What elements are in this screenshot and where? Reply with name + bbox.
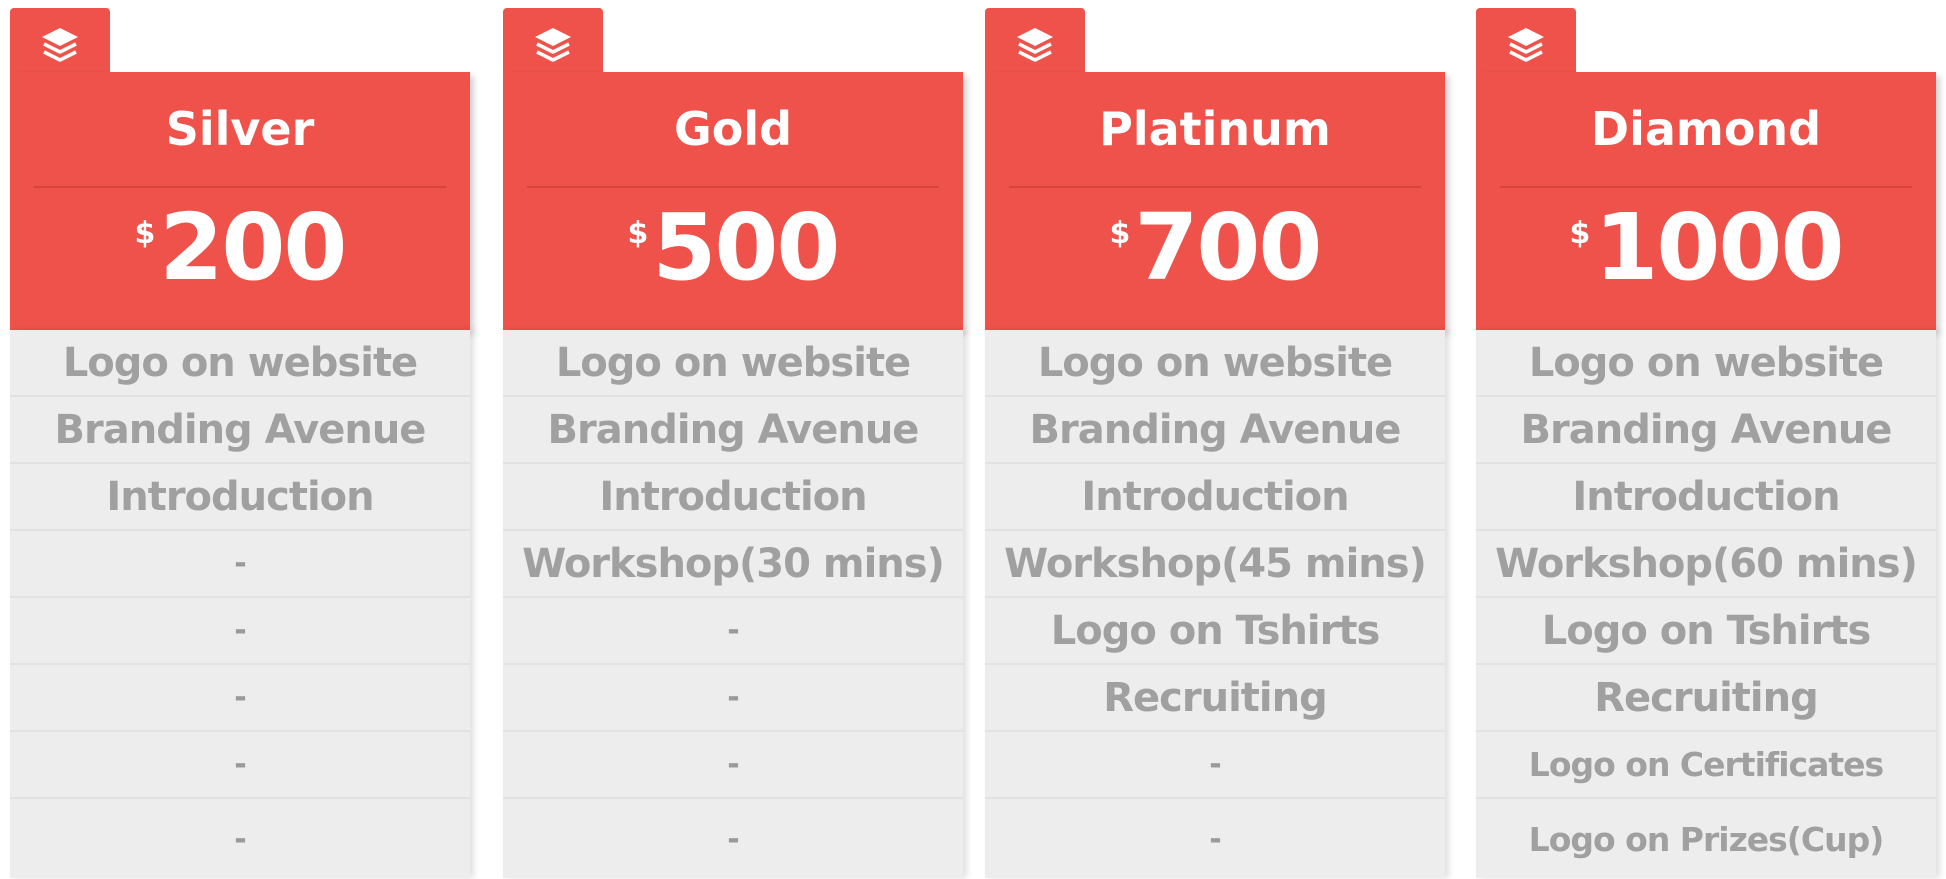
plan-header: Platinum $700 xyxy=(985,72,1445,330)
feature-item: - xyxy=(503,665,963,732)
plan-name: Diamond xyxy=(1590,102,1822,156)
price-amount: 500 xyxy=(652,194,840,301)
layers-icon xyxy=(1017,28,1053,62)
feature-item: Logo on Certificates xyxy=(1476,732,1936,799)
plan-tab xyxy=(10,8,110,78)
plan-name: Silver xyxy=(165,102,315,156)
feature-item: Introduction xyxy=(985,464,1445,531)
feature-item: - xyxy=(10,531,470,598)
plan-name: Gold xyxy=(673,102,793,156)
plan-card-gold: Gold $500 Logo on website Branding Avenu… xyxy=(503,0,963,878)
layers-icon xyxy=(42,28,78,62)
plan-name: Platinum xyxy=(1099,102,1331,156)
feature-item: Logo on Prizes(Cup) xyxy=(1528,819,1885,859)
header-divider xyxy=(1009,186,1421,188)
plan-header: Diamond $1000 xyxy=(1476,72,1936,330)
feature-list: Logo on website Branding Avenue Introduc… xyxy=(1476,330,1936,878)
price-amount: 700 xyxy=(1134,194,1322,301)
feature-item: - xyxy=(10,598,470,665)
feature-item: Logo on website xyxy=(10,330,470,397)
layers-icon xyxy=(1508,28,1544,62)
plan-card-platinum: Platinum $700 Logo on website Branding A… xyxy=(985,0,1445,878)
plan-tab xyxy=(1476,8,1576,78)
plan-card-diamond: Diamond $1000 Logo on website Branding A… xyxy=(1476,0,1936,878)
pricing-table: Silver $200 Logo on website Branding Ave… xyxy=(0,0,1946,878)
feature-item: Logo on website xyxy=(985,330,1445,397)
currency-symbol: $ xyxy=(1109,216,1131,251)
feature-item: - xyxy=(985,732,1445,799)
plan-header: Gold $500 xyxy=(503,72,963,330)
feature-item: Branding Avenue xyxy=(10,397,470,464)
plan-header: Silver $200 xyxy=(10,72,470,330)
feature-item: Introduction xyxy=(503,464,963,531)
feature-item: Logo on Tshirts xyxy=(1476,598,1936,665)
header-divider xyxy=(1500,186,1912,188)
feature-item: Recruiting xyxy=(1476,665,1936,732)
feature-item: Branding Avenue xyxy=(1476,397,1936,464)
feature-list: Logo on website Branding Avenue Introduc… xyxy=(503,330,963,878)
header-divider xyxy=(34,186,446,188)
plan-card-silver: Silver $200 Logo on website Branding Ave… xyxy=(10,0,470,878)
feature-item: Branding Avenue xyxy=(985,397,1445,464)
feature-list: Logo on website Branding Avenue Introduc… xyxy=(10,330,470,878)
feature-item: - xyxy=(1209,821,1221,857)
feature-item: Introduction xyxy=(10,464,470,531)
price-amount: 1000 xyxy=(1594,194,1844,301)
feature-list: Logo on website Branding Avenue Introduc… xyxy=(985,330,1445,878)
currency-symbol: $ xyxy=(134,216,156,251)
currency-symbol: $ xyxy=(627,216,649,251)
plan-tab xyxy=(503,8,603,78)
plan-price: $200 xyxy=(10,202,470,294)
plan-price: $1000 xyxy=(1476,202,1936,294)
feature-item: Workshop(30 mins) xyxy=(503,531,963,598)
feature-item: - xyxy=(503,732,963,799)
feature-item: Workshop(60 mins) xyxy=(1476,531,1936,598)
feature-item: - xyxy=(727,821,739,857)
feature-item: Logo on website xyxy=(503,330,963,397)
feature-item: Recruiting xyxy=(985,665,1445,732)
plan-tab xyxy=(985,8,1085,78)
feature-item: Workshop(45 mins) xyxy=(985,531,1445,598)
plan-price: $500 xyxy=(503,202,963,294)
feature-item: Introduction xyxy=(1476,464,1936,531)
currency-symbol: $ xyxy=(1569,216,1591,251)
feature-item: - xyxy=(234,821,246,857)
layers-icon xyxy=(535,28,571,62)
feature-item: - xyxy=(503,598,963,665)
feature-item: Branding Avenue xyxy=(503,397,963,464)
feature-item: Logo on website xyxy=(1476,330,1936,397)
feature-item: - xyxy=(10,732,470,799)
feature-item: Logo on Tshirts xyxy=(985,598,1445,665)
header-divider xyxy=(527,186,939,188)
plan-price: $700 xyxy=(985,202,1445,294)
price-amount: 200 xyxy=(159,194,347,301)
feature-item: - xyxy=(10,665,470,732)
